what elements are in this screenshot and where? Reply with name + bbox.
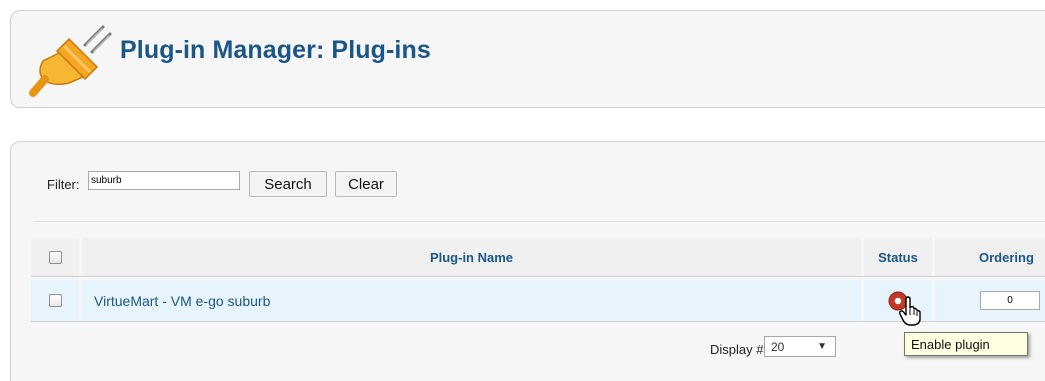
page-title: Plug-in Manager: Plug-ins [120,36,431,64]
hand-cursor-icon [899,296,921,326]
search-button[interactable]: Search [249,171,327,197]
table-header: Plug-in Name Status Ordering [31,238,1045,277]
row-select-cell [31,280,79,321]
dropdown-arrow-icon: ▼ [817,341,827,352]
tooltip-text: Enable plugin [911,336,990,352]
column-header-name[interactable]: Plug-in Name [82,238,861,276]
filter-input[interactable] [88,171,240,190]
divider [34,221,1045,222]
select-all-cell [31,238,79,276]
display-limit-value: 20 [771,339,785,354]
plugin-name-link[interactable]: VirtueMart - VM e-go suburb [94,293,270,309]
ordering-input[interactable] [980,291,1040,310]
table-row: VirtueMart - VM e-go suburb [31,280,1045,322]
column-header-ordering[interactable]: Ordering [935,238,1045,276]
clear-button[interactable]: Clear [335,171,397,197]
row-checkbox[interactable] [48,294,62,307]
plug-icon [29,25,112,97]
display-limit-select[interactable]: 20 ▼ [764,336,836,357]
column-header-status[interactable]: Status [864,238,932,276]
row-name-cell: VirtueMart - VM e-go suburb [82,280,861,321]
tooltip: Enable plugin [904,332,1028,356]
row-ordering-cell [935,280,1045,321]
display-label: Display # [710,342,764,357]
select-all-checkbox[interactable] [48,250,62,264]
filter-label: Filter: [47,177,80,192]
